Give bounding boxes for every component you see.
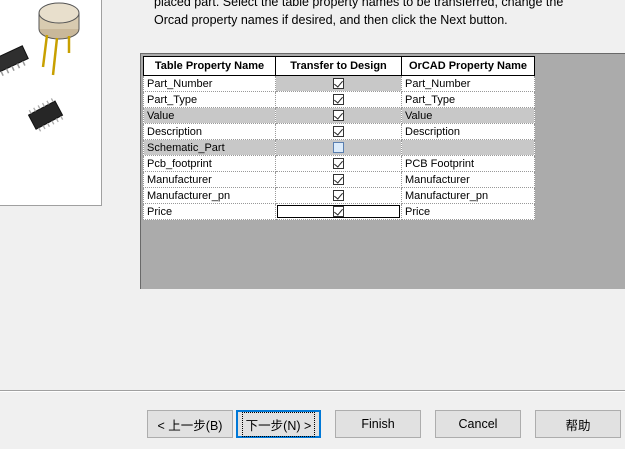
transfer-checkbox[interactable] <box>333 78 344 90</box>
tssop-chip-icon <box>27 98 64 132</box>
orcad-property-cell[interactable] <box>401 139 535 156</box>
header-transfer-to-design[interactable]: Transfer to Design <box>275 56 402 76</box>
transfer-cell[interactable] <box>275 91 402 108</box>
orcad-property-cell[interactable]: PCB Footprint <box>401 155 535 172</box>
header-orcad-property-name[interactable]: OrCAD Property Name <box>401 56 535 76</box>
table-row[interactable]: Schematic_Part <box>143 139 535 156</box>
next-button-label: 下一步(N) > <box>241 411 316 437</box>
property-grid[interactable]: Table Property Name Transfer to Design O… <box>140 53 625 289</box>
grid-header-row: Table Property Name Transfer to Design O… <box>143 56 535 76</box>
component-illustration <box>0 0 102 206</box>
transfer-cell[interactable] <box>275 123 402 140</box>
table-property-cell[interactable]: Manufacturer_pn <box>143 187 276 204</box>
orcad-property-cell[interactable]: Manufacturer_pn <box>401 187 535 204</box>
table-row[interactable]: Manufacturer_pn Manufacturer_pn <box>143 187 535 204</box>
orcad-property-cell[interactable]: Price <box>401 203 535 220</box>
table-row[interactable]: Price Price <box>143 203 535 220</box>
header-table-property-name[interactable]: Table Property Name <box>143 56 276 76</box>
table-row[interactable]: Pcb_footprint PCB Footprint <box>143 155 535 172</box>
transfer-cell[interactable] <box>275 139 402 156</box>
table-property-cell[interactable]: Price <box>143 203 276 220</box>
table-row[interactable]: Manufacturer Manufacturer <box>143 171 535 188</box>
soic-chip-icon <box>0 45 29 77</box>
finish-button[interactable]: Finish <box>335 410 421 438</box>
table-property-cell[interactable]: Pcb_footprint <box>143 155 276 172</box>
instruction-line: Orcad property names if desired, and the… <box>154 13 508 27</box>
transfer-checkbox[interactable] <box>333 126 344 138</box>
orcad-property-cell[interactable]: Description <box>401 123 535 140</box>
transfer-checkbox[interactable] <box>333 174 344 186</box>
transfer-cell[interactable] <box>275 155 402 172</box>
instruction-line: placed part. Select the table property n… <box>154 0 564 9</box>
table-property-cell[interactable]: Description <box>143 123 276 140</box>
orcad-property-cell[interactable]: Value <box>401 107 535 124</box>
table-property-cell[interactable]: Part_Type <box>143 91 276 108</box>
table-row[interactable]: Part_Type Part_Type <box>143 91 535 108</box>
cancel-button[interactable]: Cancel <box>435 410 521 438</box>
orcad-property-cell[interactable]: Manufacturer <box>401 171 535 188</box>
transfer-cell[interactable] <box>275 107 402 124</box>
transfer-checkbox[interactable] <box>333 110 344 122</box>
table-property-cell[interactable]: Value <box>143 107 276 124</box>
orcad-property-cell[interactable]: Part_Type <box>401 91 535 108</box>
next-button[interactable]: 下一步(N) > <box>236 410 321 438</box>
table-property-cell[interactable]: Part_Number <box>143 75 276 92</box>
transfer-checkbox[interactable] <box>333 158 344 170</box>
table-property-cell[interactable]: Manufacturer <box>143 171 276 188</box>
orcad-property-cell[interactable]: Part_Number <box>401 75 535 92</box>
transfer-checkbox[interactable] <box>333 206 344 218</box>
transfer-checkbox[interactable] <box>333 94 344 106</box>
table-row[interactable]: Description Description <box>143 123 535 140</box>
transfer-cell[interactable] <box>275 171 402 188</box>
table-row[interactable]: Value Value <box>143 107 535 124</box>
transfer-cell[interactable] <box>275 75 402 92</box>
transfer-cell[interactable] <box>275 203 402 220</box>
back-button[interactable]: < 上一步(B) <box>147 410 233 438</box>
instruction-text: placed part. Select the table property n… <box>154 0 624 29</box>
transfer-checkbox[interactable] <box>333 142 344 154</box>
table-row[interactable]: Part_Number Part_Number <box>143 75 535 92</box>
transfer-cell[interactable] <box>275 187 402 204</box>
transfer-checkbox[interactable] <box>333 190 344 202</box>
table-property-cell[interactable]: Schematic_Part <box>143 139 276 156</box>
help-button[interactable]: 帮助 <box>535 410 621 438</box>
footer-separator <box>0 390 625 392</box>
property-table: Table Property Name Transfer to Design O… <box>143 56 535 220</box>
